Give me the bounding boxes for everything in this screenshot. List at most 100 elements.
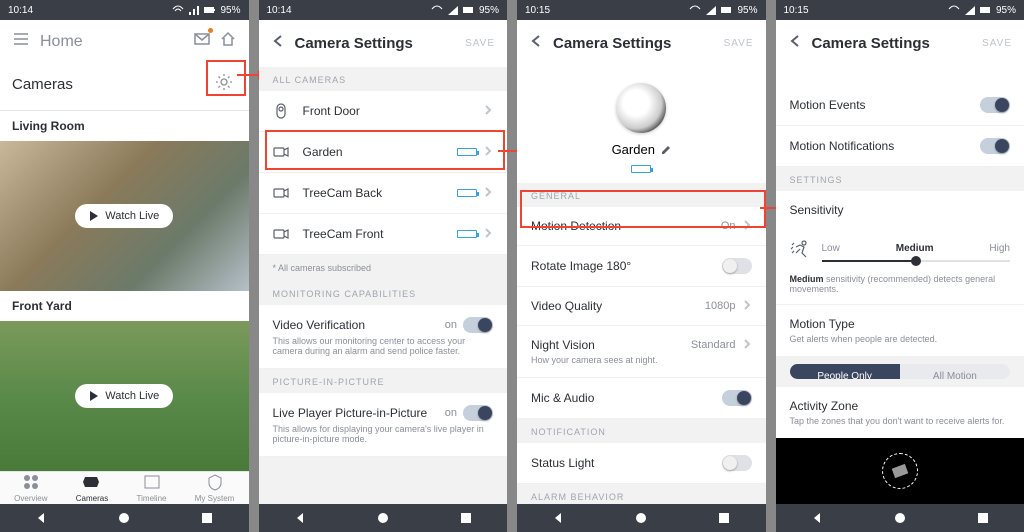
status-bar: 10:14 95% bbox=[0, 0, 249, 20]
slider-thumb[interactable] bbox=[911, 256, 921, 266]
nav-mysystem[interactable]: My System bbox=[195, 473, 235, 503]
chevron-right-icon bbox=[483, 227, 493, 241]
activity-zone-preview[interactable] bbox=[776, 438, 1024, 504]
back-icon[interactable] bbox=[293, 511, 307, 525]
screen-camera-detail: 10:15 95% Camera Settings SAVE Garden GE… bbox=[517, 0, 766, 532]
back-icon[interactable] bbox=[788, 34, 802, 53]
camera-icon bbox=[882, 453, 918, 489]
nav-cameras[interactable]: Cameras bbox=[76, 473, 108, 503]
toggle-video-verification[interactable] bbox=[463, 317, 493, 333]
home-icon[interactable] bbox=[634, 511, 648, 525]
sensitivity-slider[interactable]: LowMediumHigh Medium sensitivity (recomm… bbox=[776, 229, 1024, 305]
status-bar: 10:14 95% bbox=[259, 0, 508, 20]
recent-icon[interactable] bbox=[976, 511, 990, 525]
camera-row-treecam-front[interactable]: TreeCam Front bbox=[259, 214, 508, 255]
status-battery: 95% bbox=[220, 5, 240, 16]
rotate-row[interactable]: Rotate Image 180° bbox=[517, 246, 766, 287]
save-button[interactable]: SAVE bbox=[465, 38, 495, 49]
camera-row-front-door[interactable]: Front Door bbox=[259, 91, 508, 132]
settings-header: Camera Settings SAVE bbox=[517, 20, 766, 67]
recent-icon[interactable] bbox=[459, 511, 473, 525]
camera-icon bbox=[273, 144, 291, 160]
status-light-row[interactable]: Status Light bbox=[517, 443, 766, 484]
screen-motion-settings: 10:15 95% Camera Settings SAVE Motion Ev… bbox=[776, 0, 1024, 532]
toggle-pip[interactable] bbox=[463, 405, 493, 421]
menu-icon[interactable] bbox=[12, 30, 30, 53]
edit-icon bbox=[661, 145, 671, 155]
cameras-subheader: Cameras bbox=[0, 63, 249, 111]
play-icon bbox=[89, 211, 99, 221]
chevron-right-icon bbox=[483, 186, 493, 200]
house-icon[interactable] bbox=[219, 30, 237, 53]
camera-hero: Garden bbox=[517, 67, 766, 183]
camera-preview[interactable]: Watch Live bbox=[0, 321, 249, 471]
sensitivity-label: Sensitivity bbox=[776, 191, 1024, 229]
chevron-right-icon bbox=[742, 338, 752, 352]
video-verification-row[interactable]: Video Verificationon This allows our mon… bbox=[259, 305, 508, 369]
home-icon[interactable] bbox=[117, 511, 131, 525]
back-icon[interactable] bbox=[810, 511, 824, 525]
chevron-right-icon bbox=[742, 219, 752, 233]
video-quality-row[interactable]: Video Quality 1080p bbox=[517, 287, 766, 326]
camera-row-garden[interactable]: Garden bbox=[259, 132, 508, 173]
wifi-icon bbox=[172, 4, 184, 16]
section-general: GENERAL bbox=[517, 183, 766, 207]
battery-icon bbox=[204, 4, 216, 16]
camera-icon bbox=[273, 185, 291, 201]
watch-live-button[interactable]: Watch Live bbox=[75, 384, 173, 408]
camera-icon bbox=[273, 226, 291, 242]
android-navbar bbox=[776, 504, 1024, 532]
inbox-icon[interactable] bbox=[193, 30, 211, 53]
status-bar: 10:15 95% bbox=[776, 0, 1024, 20]
motion-events-row[interactable]: Motion Events bbox=[776, 85, 1024, 126]
nav-timeline[interactable]: Timeline bbox=[137, 473, 167, 503]
home-icon[interactable] bbox=[376, 511, 390, 525]
motion-notifications-row[interactable]: Motion Notifications bbox=[776, 126, 1024, 167]
settings-header: Camera Settings SAVE bbox=[259, 20, 508, 67]
settings-header: Camera Settings SAVE bbox=[776, 20, 1024, 67]
toggle-motion-notifications[interactable] bbox=[980, 138, 1010, 154]
toggle-status-light[interactable] bbox=[722, 455, 752, 471]
save-button[interactable]: SAVE bbox=[724, 38, 754, 49]
activity-zone-row: Activity Zone Tap the zones that you don… bbox=[776, 387, 1024, 438]
back-icon[interactable] bbox=[34, 511, 48, 525]
camera-name[interactable]: Garden bbox=[612, 142, 671, 157]
recent-icon[interactable] bbox=[717, 511, 731, 525]
camera-row-treecam-back[interactable]: TreeCam Back bbox=[259, 173, 508, 214]
gear-icon[interactable] bbox=[211, 69, 237, 100]
battery-icon bbox=[631, 165, 651, 173]
motion-detection-row[interactable]: Motion Detection On bbox=[517, 207, 766, 246]
camera-card-yard[interactable]: Front Yard Watch Live bbox=[0, 291, 249, 471]
recent-icon[interactable] bbox=[200, 511, 214, 525]
seg-all-motion[interactable]: All Motion bbox=[900, 364, 1010, 379]
mic-audio-row[interactable]: Mic & Audio bbox=[517, 378, 766, 419]
back-icon[interactable] bbox=[551, 511, 565, 525]
slider-track[interactable] bbox=[822, 260, 1011, 262]
toggle-mic[interactable] bbox=[722, 390, 752, 406]
section-all-cameras: ALL CAMERAS bbox=[259, 67, 508, 91]
watch-live-button[interactable]: Watch Live bbox=[75, 204, 173, 228]
play-icon bbox=[89, 391, 99, 401]
camera-title: Living Room bbox=[0, 111, 249, 141]
android-navbar bbox=[259, 504, 508, 532]
back-icon[interactable] bbox=[271, 34, 285, 53]
nav-overview[interactable]: Overview bbox=[14, 473, 47, 503]
section-pip: PICTURE-IN-PICTURE bbox=[259, 369, 508, 393]
camera-card-living[interactable]: Living Room Watch Live bbox=[0, 111, 249, 291]
page-title: Camera Settings bbox=[812, 35, 983, 52]
home-icon[interactable] bbox=[893, 511, 907, 525]
status-bar: 10:15 95% bbox=[517, 0, 766, 20]
bottom-nav: Overview Cameras Timeline My System bbox=[0, 471, 249, 504]
section-notification: NOTIFICATION bbox=[517, 419, 766, 443]
night-vision-row[interactable]: Night VisionStandard How your camera see… bbox=[517, 326, 766, 378]
back-icon[interactable] bbox=[529, 34, 543, 53]
battery-icon bbox=[457, 189, 477, 197]
toggle-motion-events[interactable] bbox=[980, 97, 1010, 113]
camera-preview[interactable]: Watch Live bbox=[0, 141, 249, 291]
toggle-rotate[interactable] bbox=[722, 258, 752, 274]
page-title: Camera Settings bbox=[553, 35, 724, 52]
save-button[interactable]: SAVE bbox=[982, 38, 1012, 49]
seg-people-only[interactable]: People Only bbox=[790, 364, 900, 379]
motion-type-segmented[interactable]: People Only All Motion bbox=[790, 364, 1011, 379]
pip-row[interactable]: Live Player Picture-in-Pictureon This al… bbox=[259, 393, 508, 457]
